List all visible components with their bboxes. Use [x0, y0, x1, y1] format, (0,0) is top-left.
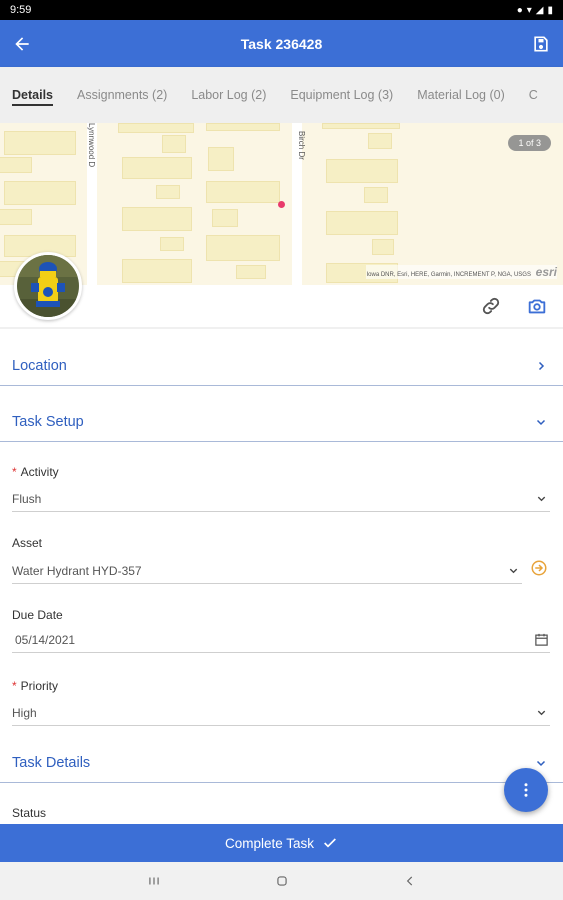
esri-logo: esri: [535, 265, 557, 279]
priority-label: * Priority: [12, 679, 58, 693]
section-task-setup-label: Task Setup: [12, 413, 84, 430]
building: [206, 235, 280, 261]
required-marker: *: [12, 679, 17, 693]
section-location[interactable]: Location: [0, 346, 563, 386]
hydrant-photo: [17, 255, 79, 317]
building: [4, 131, 76, 155]
save-button[interactable]: [521, 20, 561, 67]
activity-label-text: Activity: [20, 465, 59, 479]
status-time: 9:59: [10, 4, 32, 16]
building: [122, 207, 192, 231]
image-page-indicator: 1 of 3: [508, 135, 551, 151]
calendar-icon[interactable]: [532, 631, 550, 649]
section-task-details[interactable]: Task Details: [0, 743, 563, 783]
section-task-details-label: Task Details: [12, 754, 91, 771]
building: [326, 211, 398, 235]
back-button[interactable]: [2, 20, 42, 67]
due-date-field[interactable]: 05/14/2021: [12, 627, 550, 653]
signal-icon: ◢: [535, 4, 544, 16]
map-view[interactable]: Lynnwood D Birch Dr 1 of 3 Iowa DNR, Esr…: [0, 123, 563, 285]
media-actions: [479, 294, 549, 318]
activity-value: Flush: [12, 491, 42, 506]
building: [236, 265, 266, 279]
attribution-text: Iowa DNR, Esri, HERE, Garmin, INCREMENT …: [366, 272, 531, 278]
chevron-down-icon: [532, 490, 550, 508]
asset-value: Water Hydrant HYD-357: [12, 563, 142, 578]
section-location-label: Location: [12, 357, 67, 374]
due-date-label: Due Date: [12, 608, 63, 622]
building: [206, 123, 280, 131]
recents-button[interactable]: [144, 871, 164, 891]
priority-label-text: Priority: [20, 679, 59, 693]
street-label: Lynnwood D: [87, 123, 96, 168]
link-icon[interactable]: [479, 294, 503, 318]
building: [326, 159, 398, 183]
tab-material-log[interactable]: Material Log (0): [405, 67, 517, 123]
system-nav-bar: [0, 862, 563, 900]
status-label: Status: [12, 806, 47, 820]
building: [122, 259, 192, 283]
battery-icon: ▮: [547, 4, 553, 16]
activity-label: * Activity: [12, 465, 59, 479]
building: [160, 237, 184, 251]
street-label: Birch Dr: [297, 131, 306, 160]
complete-task-button[interactable]: Complete Task: [0, 824, 563, 862]
tab-more[interactable]: C: [517, 67, 550, 123]
complete-task-label: Complete Task: [224, 835, 315, 851]
map-marker[interactable]: [278, 201, 285, 208]
asset-label: Asset: [12, 536, 43, 550]
go-to-asset-icon[interactable]: [530, 559, 548, 577]
app-bar: Task 236428: [0, 20, 563, 67]
status-bar: 9:59 ● ▾ ◢ ▮: [0, 0, 563, 20]
building: [206, 181, 280, 203]
back-nav-button[interactable]: [400, 871, 420, 891]
building: [368, 133, 392, 149]
priority-value: High: [12, 705, 37, 720]
more-vertical-icon: [524, 783, 528, 797]
building: [122, 157, 192, 179]
activity-select[interactable]: Flush: [12, 486, 550, 512]
chevron-down-icon: [504, 562, 522, 580]
priority-select[interactable]: High: [12, 700, 550, 726]
save-icon: [534, 36, 548, 51]
chevron-down-icon: [532, 704, 550, 722]
building: [0, 157, 32, 173]
building: [372, 239, 394, 255]
building: [162, 135, 186, 153]
recents-icon: [148, 877, 159, 885]
tab-bar: Details Assignments (2) Labor Log (2) Eq…: [0, 67, 563, 123]
home-button[interactable]: [272, 871, 292, 891]
camera-icon[interactable]: [525, 294, 549, 318]
more-actions-button[interactable]: [504, 768, 548, 812]
building: [0, 209, 32, 225]
section-task-setup[interactable]: Task Setup: [0, 402, 563, 442]
page-title: Task 236428: [240, 35, 323, 52]
building: [212, 209, 238, 227]
checkmark-icon: [324, 838, 336, 848]
building: [4, 181, 76, 205]
home-icon: [276, 876, 287, 886]
tab-equipment-log[interactable]: Equipment Log (3): [278, 67, 405, 123]
tab-assignments[interactable]: Assignments (2): [65, 67, 179, 123]
building: [322, 123, 400, 129]
back-nav-icon: [406, 876, 412, 886]
building: [118, 123, 194, 133]
arrow-left-icon: [15, 36, 29, 51]
building: [364, 187, 388, 203]
map-attribution: Iowa DNR, Esri, HERE, Garmin, INCREMENT …: [366, 265, 557, 279]
tab-labor-log[interactable]: Labor Log (2): [179, 67, 278, 123]
required-marker: *: [12, 465, 17, 479]
building: [208, 147, 234, 171]
chevron-right-icon: [531, 356, 551, 376]
tab-details[interactable]: Details: [0, 67, 65, 123]
chevron-down-icon: [531, 412, 551, 432]
asset-select[interactable]: Water Hydrant HYD-357: [12, 558, 522, 584]
divider: [0, 327, 563, 329]
building: [156, 185, 180, 199]
location-icon: ●: [516, 4, 523, 16]
wifi-icon: ▾: [526, 4, 532, 16]
due-date-value: 05/14/2021: [15, 632, 76, 647]
asset-photo-thumbnail[interactable]: [14, 252, 82, 320]
